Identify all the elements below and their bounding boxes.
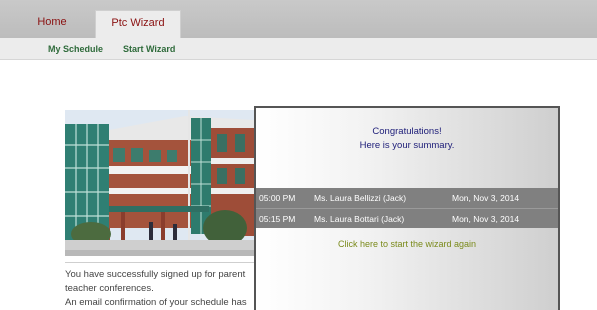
summary-panel: Congratulations! Here is your summary. 0… (254, 106, 560, 310)
my-schedule-link[interactable]: My Schedule (48, 44, 103, 54)
row-date: Mon, Nov 3, 2014 (452, 193, 520, 203)
row-time: 05:15 PM (259, 214, 296, 224)
top-tab-bar: Home Ptc Wizard (0, 0, 597, 38)
row-teacher: Ms. Laura Bellizzi (Jack) (314, 193, 407, 203)
divider (65, 262, 254, 263)
start-wizard-link[interactable]: Start Wizard (123, 44, 175, 54)
school-building-photo (65, 110, 254, 256)
schedule-table: 05:00 PM Ms. Laura Bellizzi (Jack) Mon, … (256, 188, 558, 228)
schedule-row: 05:15 PM Ms. Laura Bottari (Jack) Mon, N… (256, 208, 558, 228)
row-date: Mon, Nov 3, 2014 (452, 214, 520, 224)
tab-home[interactable]: Home (22, 10, 82, 38)
row-teacher: Ms. Laura Bottari (Jack) (314, 214, 405, 224)
row-time: 05:00 PM (259, 193, 296, 203)
schedule-row: 05:00 PM Ms. Laura Bellizzi (Jack) Mon, … (256, 188, 558, 208)
sub-navigation: My Schedule Start Wizard (0, 38, 597, 60)
confirmation-line-2: teacher conferences. (65, 283, 154, 294)
summary-subtitle: Here is your summary. (359, 140, 455, 151)
confirmation-message: You have successfully signed up for pare… (65, 268, 255, 310)
confirmation-line-3: An email confirmation of your schedule h… (65, 297, 247, 308)
tab-ptc-wizard[interactable]: Ptc Wizard (95, 10, 181, 38)
summary-header: Congratulations! Here is your summary. (256, 125, 558, 153)
congratulations-title: Congratulations! (372, 126, 442, 137)
restart-wizard-link[interactable]: Click here to start the wizard again (256, 239, 558, 249)
confirmation-line-1: You have successfully signed up for pare… (65, 269, 246, 280)
